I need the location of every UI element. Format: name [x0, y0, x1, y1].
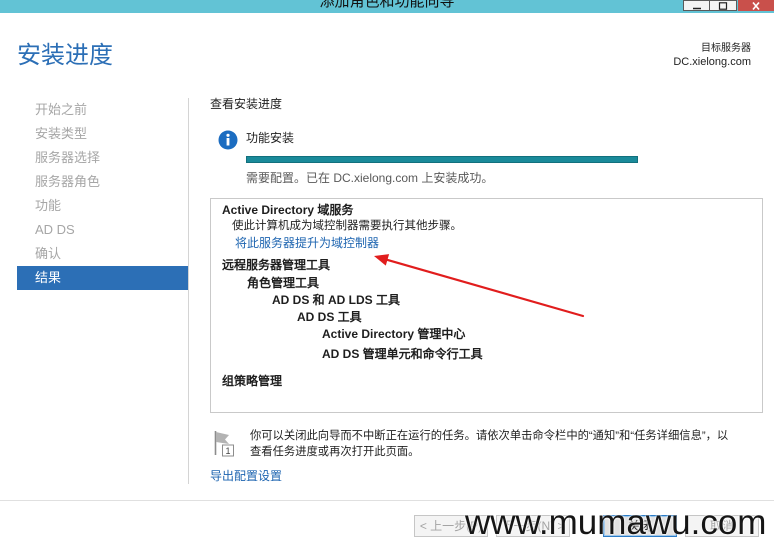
- results-box: Active Directory 域服务 使此计算机成为域控制器需要执行其他步骤…: [210, 198, 763, 413]
- nav-item-confirmation[interactable]: 确认: [17, 242, 188, 266]
- maximize-icon: [718, 1, 728, 10]
- result-gpmc-title: 组策略管理: [222, 374, 283, 388]
- progress-title: 功能安装: [246, 131, 295, 145]
- minimize-button[interactable]: [683, 0, 710, 11]
- info-icon: [218, 130, 238, 150]
- result-ad-ds-lds-tools: AD DS 和 AD LDS 工具: [272, 293, 401, 307]
- nav-item-installation-type[interactable]: 安装类型: [17, 122, 188, 146]
- result-ad-admin-center: Active Directory 管理中心: [322, 327, 466, 341]
- window-close-button[interactable]: [738, 0, 774, 11]
- progress-bar: [246, 156, 638, 163]
- minimize-icon: [692, 7, 701, 9]
- window-title-bar[interactable]: 添加角色和功能向导: [0, 0, 774, 13]
- wizard-nav: 开始之前 安装类型 服务器选择 服务器角色 功能 AD DS 确认 结果: [17, 98, 188, 290]
- target-server-name: DC.xielong.com: [673, 56, 751, 68]
- target-server-label: 目标服务器: [701, 43, 751, 54]
- promote-to-dc-link[interactable]: 将此服务器提升为域控制器: [235, 236, 379, 250]
- nav-item-ad-ds[interactable]: AD DS: [17, 218, 188, 242]
- section-label: 查看安装进度: [210, 97, 283, 111]
- nav-item-server-selection[interactable]: 服务器选择: [17, 146, 188, 170]
- result-ad-ds-message: 使此计算机成为域控制器需要执行其他步骤。: [232, 220, 462, 232]
- note-text-line-1: 你可以关闭此向导而不中断正在运行的任务。请依次单击命令栏中的“通知”和“任务详细…: [250, 430, 729, 442]
- nav-divider: [188, 98, 189, 484]
- nav-item-results[interactable]: 结果: [17, 266, 188, 290]
- flag-icon: 1: [214, 431, 234, 457]
- window-title: 添加角色和功能向导: [319, 0, 455, 10]
- nav-item-before-you-begin[interactable]: 开始之前: [17, 98, 188, 122]
- result-ad-ds-snapins: AD DS 管理单元和命令行工具: [322, 347, 483, 361]
- result-role-admin-tools: 角色管理工具: [247, 276, 320, 290]
- nav-item-server-roles[interactable]: 服务器角色: [17, 170, 188, 194]
- page-title: 安装进度: [17, 42, 113, 69]
- result-ad-ds-tools: AD DS 工具: [297, 310, 362, 324]
- result-rsat-title: 远程服务器管理工具: [222, 258, 331, 272]
- nav-item-features[interactable]: 功能: [17, 194, 188, 218]
- maximize-button[interactable]: [710, 0, 737, 11]
- note-text-line-2: 查看任务进度或再次打开此页面。: [250, 446, 420, 458]
- close-icon: [752, 1, 760, 10]
- progress-fill: [247, 157, 637, 162]
- result-ad-ds-title: Active Directory 域服务: [222, 203, 354, 217]
- export-config-link[interactable]: 导出配置设置: [210, 469, 282, 483]
- progress-status: 需要配置。已在 DC.xielong.com 上安装成功。: [246, 171, 494, 185]
- footer-divider: [0, 500, 774, 501]
- flag-badge: 1: [225, 446, 230, 456]
- watermark: www.mumawu.com: [465, 503, 767, 542]
